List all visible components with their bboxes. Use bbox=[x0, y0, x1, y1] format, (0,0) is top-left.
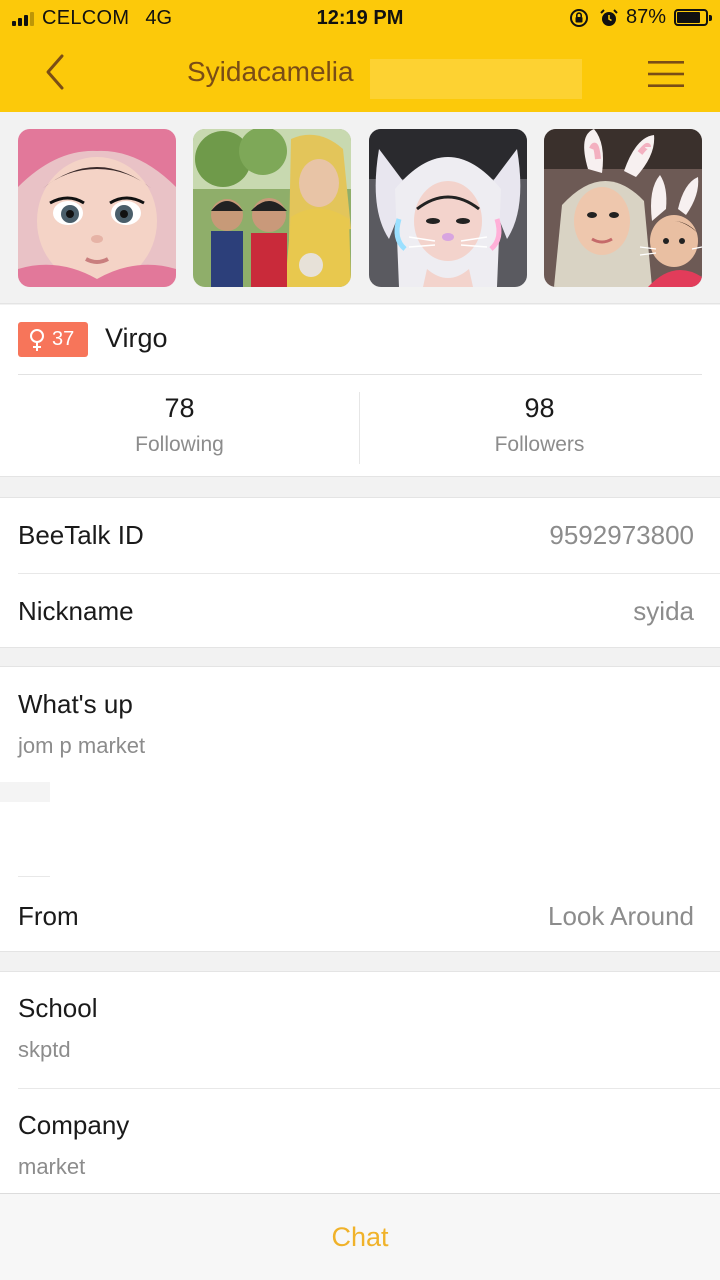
followers-stat[interactable]: 98 Followers bbox=[360, 375, 719, 477]
battery-percent: 87% bbox=[625, 6, 666, 28]
school-value: skptd bbox=[18, 1037, 71, 1062]
followers-label: Followers bbox=[494, 433, 585, 456]
nickname-label: Nickname bbox=[18, 596, 134, 626]
female-icon bbox=[30, 328, 44, 351]
profile-photo-4[interactable] bbox=[544, 129, 702, 287]
profile-summary: 37 Virgo 78 Following 98 Followers bbox=[0, 305, 720, 477]
menu-button[interactable] bbox=[642, 50, 690, 98]
profile-photo-3[interactable] bbox=[369, 129, 527, 287]
back-button[interactable] bbox=[30, 48, 78, 96]
app-header: CELCOM 4G 12:19 PM 87% Syidacamelia bbox=[0, 0, 720, 112]
divider bbox=[18, 573, 720, 574]
from-label: From bbox=[18, 901, 79, 931]
divider bbox=[0, 782, 50, 802]
chat-label: Chat bbox=[331, 1221, 389, 1252]
hamburger-menu-icon bbox=[648, 61, 684, 87]
status-bar: CELCOM 4G 12:19 PM 87% bbox=[0, 0, 720, 36]
photo-strip bbox=[0, 112, 720, 304]
nickname-value: syida bbox=[633, 596, 694, 626]
chat-button[interactable]: Chat bbox=[0, 1193, 720, 1280]
education-work-section: School skptd Company market bbox=[0, 971, 720, 1193]
following-count: 78 bbox=[164, 393, 195, 423]
battery-icon bbox=[674, 9, 712, 26]
company-label: Company bbox=[18, 1110, 130, 1140]
beetalk-id-value: 9592973800 bbox=[549, 520, 694, 550]
whatsup-value: jom p market bbox=[18, 733, 146, 758]
age-value: 37 bbox=[52, 328, 75, 350]
gender-age-badge: 37 bbox=[18, 322, 88, 357]
alarm-icon bbox=[598, 7, 620, 29]
profile-photo-1[interactable] bbox=[18, 129, 176, 287]
id-section: BeeTalk ID 9592973800 Nickname syida bbox=[0, 497, 720, 648]
battery-fill bbox=[677, 12, 700, 23]
whatsup-label: What's up bbox=[18, 689, 133, 719]
divider bbox=[18, 876, 50, 877]
following-label: Following bbox=[135, 433, 224, 456]
chevron-left-icon bbox=[46, 54, 64, 90]
zodiac-sign: Virgo bbox=[105, 323, 168, 353]
company-value: market bbox=[18, 1154, 86, 1179]
profile-photo-2[interactable] bbox=[193, 129, 351, 287]
rotation-lock-icon bbox=[568, 7, 590, 29]
nav-bar: Syidacamelia bbox=[0, 36, 720, 112]
school-label: School bbox=[18, 993, 98, 1023]
beetalk-id-label: BeeTalk ID bbox=[18, 520, 144, 550]
divider bbox=[18, 1088, 720, 1089]
from-value: Look Around bbox=[547, 901, 694, 931]
following-stat[interactable]: 78 Following bbox=[0, 375, 359, 477]
page-title: Syidacamelia bbox=[187, 56, 354, 87]
redacted-area bbox=[370, 59, 582, 99]
status-section: What's up jom p market From Look Around bbox=[0, 666, 720, 952]
followers-count: 98 bbox=[524, 393, 555, 423]
